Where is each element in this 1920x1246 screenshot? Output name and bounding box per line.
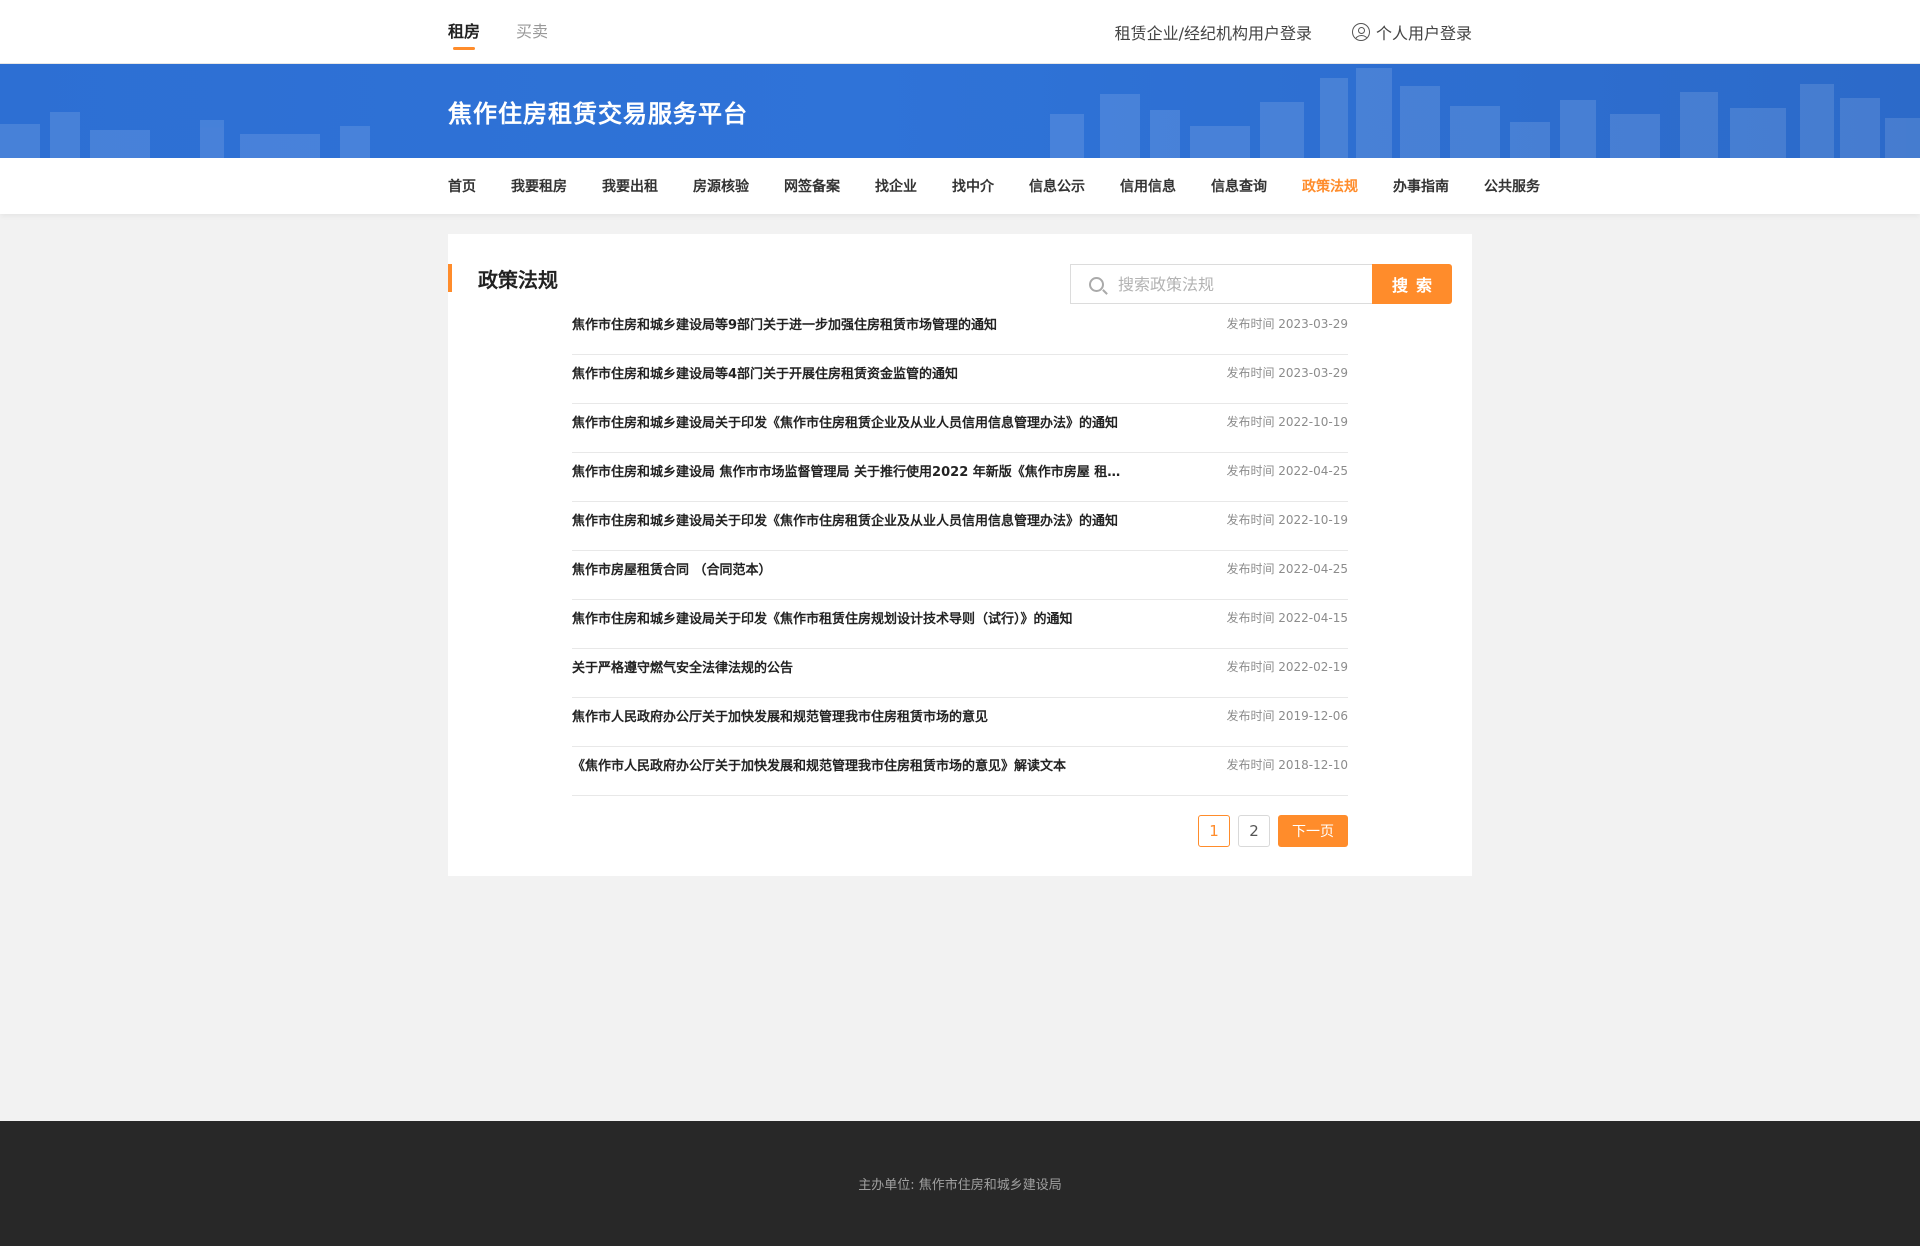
tab-rent[interactable]: 租房 (448, 0, 480, 64)
nav-service-guide[interactable]: 办事指南 (1393, 176, 1449, 196)
site-title: 焦作住房租赁交易服务平台 (448, 99, 748, 128)
nav-public-notices[interactable]: 信息公示 (1029, 176, 1085, 196)
article-date: 发布时间 2018-12-10 (1226, 757, 1348, 772)
article-date: 发布时间 2022-10-19 (1226, 414, 1348, 429)
list-item[interactable]: 《焦作市人民政府办公厅关于加快发展和规范管理我市住房租赁市场的意见》解读文本 发… (572, 747, 1348, 796)
article-title[interactable]: 焦作市房屋租赁合同 （合同范本） (572, 559, 772, 578)
footer: 主办单位: 焦作市住房和城乡建设局 (0, 1121, 1920, 1246)
article-title[interactable]: 焦作市住房和城乡建设局等4部门关于开展住房租赁资金监管的通知 (572, 363, 958, 382)
personal-login-label: 个人用户登录 (1375, 24, 1472, 43)
article-date: 发布时间 2022-04-25 (1226, 561, 1348, 576)
list-item[interactable]: 焦作市住房和城乡建设局等9部门关于进一步加强住房租赁市场管理的通知 发布时间 2… (572, 306, 1348, 355)
article-title[interactable]: 焦作市住房和城乡建设局关于印发《焦作市住房租赁企业及从业人员信用信息管理办法》的… (572, 510, 1118, 529)
login-links: 租赁企业/经纪机构用户登录 个人用户登录 (1115, 20, 1472, 44)
site-banner: 焦作住房租赁交易服务平台 (0, 64, 1920, 158)
nav-public-services[interactable]: 公共服务 (1484, 176, 1540, 196)
top-tabs: 租房 买卖 (448, 0, 584, 64)
company-login-link[interactable]: 租赁企业/经纪机构用户登录 (1115, 20, 1312, 44)
section-accent-bar (448, 264, 452, 292)
nav-contract-filing[interactable]: 网签备案 (784, 176, 840, 196)
article-date: 发布时间 2023-03-29 (1226, 316, 1348, 331)
list-item[interactable]: 焦作市住房和城乡建设局关于印发《焦作市住房租赁企业及从业人员信用信息管理办法》的… (572, 404, 1348, 453)
article-title[interactable]: 焦作市住房和城乡建设局等9部门关于进一步加强住房租赁市场管理的通知 (572, 314, 997, 333)
list-item[interactable]: 焦作市住房和城乡建设局关于印发《焦作市住房租赁企业及从业人员信用信息管理办法》的… (572, 502, 1348, 551)
list-item[interactable]: 焦作市住房和城乡建设局关于印发《焦作市租赁住房规划设计技术导则（试行）》的通知 … (572, 600, 1348, 649)
article-date: 发布时间 2022-02-19 (1226, 659, 1348, 674)
tab-buy-sell[interactable]: 买卖 (516, 0, 548, 64)
section-header: 政策法规 (448, 264, 558, 292)
policy-panel: 政策法规 搜索 焦作市住房和城乡建设局等9部门关于进一步加强住房租赁市场管理的通… (448, 234, 1472, 876)
next-page-button[interactable]: 下一页 (1278, 815, 1348, 847)
search-input[interactable] (1118, 274, 1358, 294)
list-item[interactable]: 焦作市房屋租赁合同 （合同范本） 发布时间 2022-04-25 (572, 551, 1348, 600)
search-button[interactable]: 搜索 (1372, 264, 1452, 304)
list-item[interactable]: 关于严格遵守燃气安全法律法规的公告 发布时间 2022-02-19 (572, 649, 1348, 698)
nav-rent-a-house[interactable]: 我要租房 (511, 176, 567, 196)
article-date: 发布时间 2019-12-06 (1226, 708, 1348, 723)
top-bar: 租房 买卖 租赁企业/经纪机构用户登录 个人用户登录 (0, 0, 1920, 64)
nav-find-agent[interactable]: 找中介 (952, 176, 994, 196)
article-date: 发布时间 2022-10-19 (1226, 512, 1348, 527)
list-item[interactable]: 焦作市住房和城乡建设局等4部门关于开展住房租赁资金监管的通知 发布时间 2023… (572, 355, 1348, 404)
search-field[interactable] (1070, 264, 1372, 304)
footer-sponsor: 主办单位: 焦作市住房和城乡建设局 (858, 1178, 1062, 1193)
article-title[interactable]: 《焦作市人民政府办公厅关于加快发展和规范管理我市住房租赁市场的意见》解读文本 (572, 755, 1066, 774)
page-2-button[interactable]: 2 (1238, 815, 1270, 847)
nav-home[interactable]: 首页 (448, 176, 476, 196)
page-1-button[interactable]: 1 (1198, 815, 1230, 847)
section-title: 政策法规 (478, 267, 558, 292)
article-title[interactable]: 焦作市住房和城乡建设局关于印发《焦作市住房租赁企业及从业人员信用信息管理办法》的… (572, 412, 1118, 431)
list-item[interactable]: 焦作市人民政府办公厅关于加快发展和规范管理我市住房租赁市场的意见 发布时间 20… (572, 698, 1348, 747)
article-title[interactable]: 焦作市住房和城乡建设局 焦作市市场监督管理局 关于推行使用2022 年新版《焦作… (572, 461, 1120, 480)
nav-find-company[interactable]: 找企业 (875, 176, 917, 196)
article-title[interactable]: 焦作市人民政府办公厅关于加快发展和规范管理我市住房租赁市场的意见 (572, 706, 988, 725)
policy-list: 焦作市住房和城乡建设局等9部门关于进一步加强住房租赁市场管理的通知 发布时间 2… (572, 306, 1348, 796)
search-icon (1089, 276, 1104, 292)
nav-policies[interactable]: 政策法规 (1302, 176, 1358, 196)
article-date: 发布时间 2022-04-25 (1226, 463, 1348, 478)
list-item[interactable]: 焦作市住房和城乡建设局 焦作市市场监督管理局 关于推行使用2022 年新版《焦作… (572, 453, 1348, 502)
nav-info-query[interactable]: 信息查询 (1211, 176, 1267, 196)
nav-let-a-house[interactable]: 我要出租 (602, 176, 658, 196)
article-date: 发布时间 2023-03-29 (1226, 365, 1348, 380)
article-title[interactable]: 焦作市住房和城乡建设局关于印发《焦作市租赁住房规划设计技术导则（试行）》的通知 (572, 608, 1073, 627)
nav-credit-info[interactable]: 信用信息 (1120, 176, 1176, 196)
nav-listing-verification[interactable]: 房源核验 (693, 176, 749, 196)
search-box: 搜索 (1070, 264, 1452, 304)
article-date: 发布时间 2022-04-15 (1226, 610, 1348, 625)
main-nav: 首页 我要租房 我要出租 房源核验 网签备案 找企业 找中介 信息公示 信用信息… (0, 158, 1920, 214)
company-login-label: 租赁企业/经纪机构用户登录 (1114, 24, 1312, 43)
article-title[interactable]: 关于严格遵守燃气安全法律法规的公告 (572, 657, 793, 676)
personal-login-link[interactable]: 个人用户登录 (1351, 20, 1472, 44)
pagination: 1 2 下一页 (1190, 815, 1348, 847)
user-circle-icon (1351, 23, 1370, 41)
